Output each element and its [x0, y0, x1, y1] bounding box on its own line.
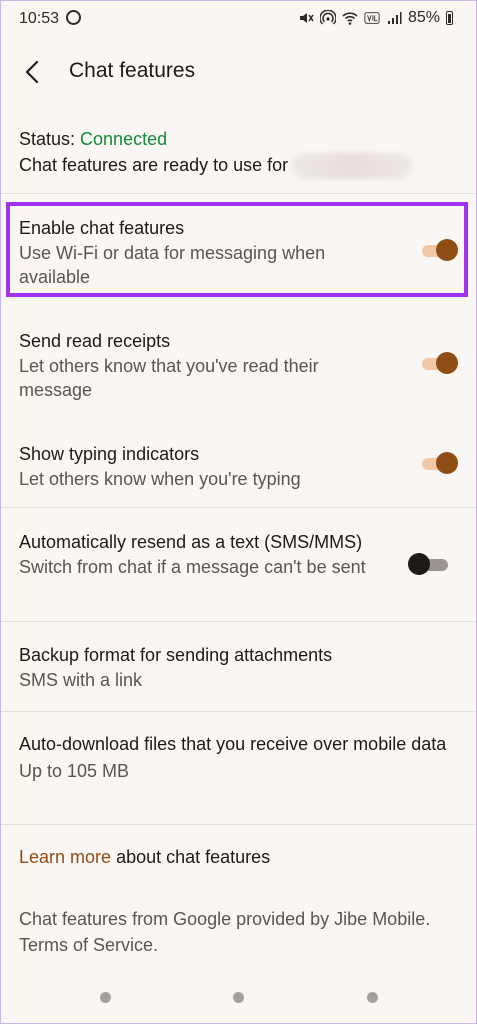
send-read-receipts-toggle[interactable]: [420, 352, 458, 374]
show-typing-indicators-toggle[interactable]: [420, 452, 458, 474]
mute-icon: [299, 13, 314, 23]
setting-subtitle: Let others know that you've read their m…: [19, 356, 319, 400]
nav-recents-button[interactable]: [100, 992, 111, 1003]
nav-home-button[interactable]: [233, 992, 244, 1003]
setting-auto-download[interactable]: Auto-download files that you receive ove…: [19, 731, 459, 783]
learn-more-line: Learn more about chat features: [19, 845, 270, 869]
learn-more-link[interactable]: Learn more: [19, 847, 111, 867]
divider: [0, 824, 477, 825]
toggle-thumb: [408, 553, 430, 575]
footer-text: Chat features from Google provided by Ji…: [19, 906, 459, 958]
footer-provider: Chat features from Google provided by Ji…: [19, 909, 431, 929]
page-title: Chat features: [69, 59, 196, 82]
setting-subtitle: Switch from chat if a message can't be s…: [19, 557, 366, 577]
clock: 10:53: [19, 10, 60, 27]
status-desc-text: Chat features are ready to use for: [19, 155, 289, 175]
system-nav-bar: [0, 990, 477, 1006]
highlight-box: [6, 202, 468, 297]
battery-icon: [446, 11, 453, 25]
setting-title: Automatically resend as a text (SMS/MMS): [19, 532, 363, 552]
status-bar: 10:53 85%: [0, 0, 477, 40]
auto-resend-sms-toggle[interactable]: [408, 553, 450, 575]
setting-title: Auto-download files that you receive ove…: [19, 734, 447, 754]
learn-more-rest: about chat features: [111, 847, 271, 867]
setting-title: Backup format for sending attachments: [19, 645, 333, 665]
status-icons: 85%: [298, 9, 453, 27]
setting-send-read-receipts[interactable]: Send read receipts Let others know that …: [19, 328, 459, 402]
app-bar: Chat features: [0, 45, 477, 101]
status-description: Chat features are ready to use for: [19, 152, 459, 180]
divider: [0, 621, 477, 622]
status-section: Status: Connected Chat features are read…: [19, 126, 459, 180]
divider: [0, 507, 477, 508]
status-label: Status:: [19, 129, 81, 149]
redacted-phone-number: [292, 153, 413, 180]
signal-icon: [387, 12, 402, 24]
wifi-icon: [342, 12, 358, 25]
hotspot-icon: [319, 10, 336, 25]
toggle-thumb: [436, 452, 458, 474]
setting-subtitle: Up to 105 MB: [19, 761, 130, 781]
volte-icon: [364, 12, 380, 24]
setting-show-typing-indicators[interactable]: Show typing indicators Let others know w…: [19, 441, 459, 491]
setting-subtitle: SMS with a link: [19, 670, 143, 690]
divider: [0, 193, 477, 194]
setting-title: Send read receipts: [19, 331, 171, 351]
terms-of-service-link[interactable]: Terms of Service.: [19, 932, 459, 958]
status-line: Status: Connected: [19, 126, 459, 152]
setting-backup-format[interactable]: Backup format for sending attachments SM…: [19, 642, 459, 692]
whatsapp-icon: [66, 10, 81, 25]
back-arrow-icon[interactable]: [18, 57, 48, 87]
divider: [0, 711, 477, 712]
setting-subtitle: Let others know when you're typing: [19, 469, 301, 489]
nav-back-button[interactable]: [367, 992, 378, 1003]
toggle-thumb: [436, 352, 458, 374]
status-value: Connected: [80, 129, 168, 149]
setting-title: Show typing indicators: [19, 444, 200, 464]
setting-auto-resend-sms[interactable]: Automatically resend as a text (SMS/MMS)…: [19, 529, 459, 579]
battery-percent: 85%: [407, 9, 440, 26]
